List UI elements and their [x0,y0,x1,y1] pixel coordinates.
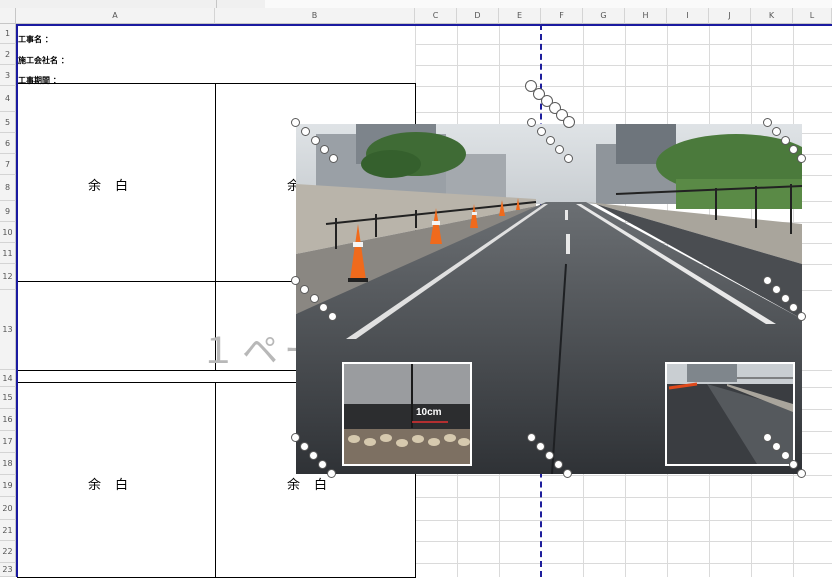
resize-handle-se[interactable] [772,442,781,451]
row-header-21[interactable]: 21 [0,520,16,541]
resize-handle-sw[interactable] [300,442,309,451]
resize-handle-w[interactable] [300,285,309,294]
resize-handle-sw[interactable] [291,433,300,442]
contractor-label: 施工会社名 ： [18,56,69,65]
resize-handle-sw[interactable] [309,451,318,460]
row-header-22[interactable]: 22 [0,541,16,563]
resize-handle-ne[interactable] [781,136,790,145]
spreadsheet: A B C D E F G H I J K L 1 2 3 4 5 6 7 8 … [0,0,832,578]
resize-handle-w[interactable] [319,303,328,312]
resize-handle-n[interactable] [555,145,564,154]
resize-handle-nw[interactable] [301,127,310,136]
resize-handle-s[interactable] [545,451,554,460]
column-header-i[interactable]: I [667,8,709,24]
select-all-button[interactable] [0,8,16,24]
resize-handle-s[interactable] [563,469,572,478]
column-header-f[interactable]: F [541,8,583,24]
column-header-g[interactable]: G [583,8,625,24]
resize-handle-se[interactable] [763,433,772,442]
column-header-k[interactable]: K [751,8,793,24]
row-header-3[interactable]: 3 [0,65,16,86]
rotate-handle[interactable] [563,116,575,128]
resize-handle-nw[interactable] [329,154,338,163]
blank-label-a1: 余白 [88,179,143,194]
column-header-b[interactable]: B [215,8,415,24]
resize-handle-w[interactable] [291,276,300,285]
row-header-13[interactable]: 13 [0,290,16,370]
row-header-20[interactable]: 20 [0,497,16,520]
resize-handle-se[interactable] [781,451,790,460]
resize-handle-sw[interactable] [327,469,336,478]
resize-handle-w[interactable] [328,312,337,321]
column-header-j[interactable]: J [709,8,751,24]
blank-label-a2: 余白 [88,478,143,493]
row-header-6[interactable]: 6 [0,133,16,154]
resize-handle-nw[interactable] [311,136,320,145]
resize-handle-ne[interactable] [772,127,781,136]
print-area-left-border [16,24,18,577]
resize-handle-se[interactable] [797,469,806,478]
resize-handle-e[interactable] [789,303,798,312]
depth-label: 10cm [416,407,442,418]
row-header-9[interactable]: 9 [0,201,16,222]
row-header-23[interactable]: 23 [0,563,16,577]
print-area-top-border [16,24,832,26]
resize-handle-e[interactable] [781,294,790,303]
resize-handle-n[interactable] [546,136,555,145]
column-header-l[interactable]: L [793,8,832,24]
cross-section-inset: 10cm [342,362,472,466]
row-header-11[interactable]: 11 [0,243,16,264]
resize-handle-ne[interactable] [763,118,772,127]
column-header-c[interactable]: C [415,8,457,24]
project-name-label: 工事名 ： [18,35,53,44]
row-header-1[interactable]: 1 [0,24,16,44]
resize-handle-e[interactable] [797,312,806,321]
row-header-19[interactable]: 19 [0,475,16,497]
row-header-15[interactable]: 15 [0,387,16,409]
column-header-h[interactable]: H [625,8,667,24]
resize-handle-nw[interactable] [320,145,329,154]
resize-handle-s[interactable] [527,433,536,442]
resize-handle-ne[interactable] [797,154,806,163]
column-header-a[interactable]: A [16,8,215,24]
resize-handle-sw[interactable] [318,460,327,469]
resize-handle-e[interactable] [772,285,781,294]
resize-handle-w[interactable] [310,294,319,303]
resize-handle-e[interactable] [763,276,772,285]
row-header-7[interactable]: 7 [0,154,16,175]
road-photo[interactable]: 10cm [296,124,802,474]
formula-bar[interactable] [265,0,832,8]
row-header-17[interactable]: 17 [0,431,16,453]
row-header-4[interactable]: 4 [0,86,16,112]
resize-handle-se[interactable] [789,460,798,469]
row-header-18[interactable]: 18 [0,453,16,475]
resize-handle-n[interactable] [564,154,573,163]
resize-handle-n[interactable] [527,118,536,127]
row-header-16[interactable]: 16 [0,409,16,431]
resize-handle-n[interactable] [537,127,546,136]
resize-handle-s[interactable] [536,442,545,451]
column-header-d[interactable]: D [457,8,499,24]
row-header-10[interactable]: 10 [0,222,16,243]
row-header-12[interactable]: 12 [0,264,16,290]
row-header-2[interactable]: 2 [0,44,16,65]
resize-handle-s[interactable] [554,460,563,469]
row-header-5[interactable]: 5 [0,112,16,133]
resize-handle-ne[interactable] [789,145,798,154]
row-header-8[interactable]: 8 [0,175,16,201]
resize-handle-nw[interactable] [291,118,300,127]
row-header-14[interactable]: 14 [0,370,16,387]
column-header-e[interactable]: E [499,8,541,24]
